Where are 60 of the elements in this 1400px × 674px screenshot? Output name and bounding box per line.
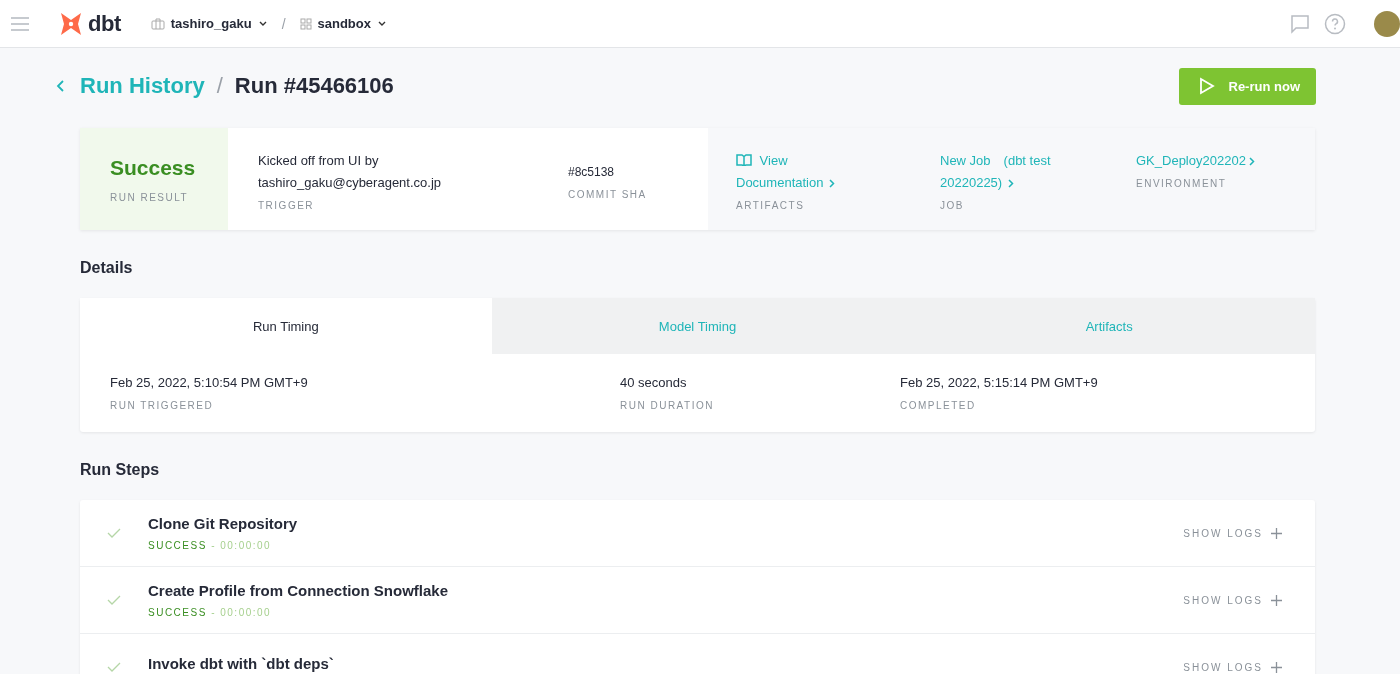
rerun-button[interactable]: Re-run now — [1178, 67, 1316, 105]
chevron-down-icon — [257, 19, 268, 28]
check-icon — [107, 662, 121, 672]
timing-value: Feb 25, 2022, 5:15:14 PM GMT+9 — [900, 374, 1098, 392]
plus-icon — [1271, 527, 1282, 539]
step-name: Clone Git Repository — [148, 515, 299, 532]
tab[interactable]: Artifacts — [903, 298, 1315, 354]
field-label: COMPLETED — [900, 400, 977, 411]
plus-icon — [1271, 594, 1282, 606]
play-icon — [1198, 77, 1215, 95]
commit-value: #8c5138 — [568, 164, 616, 181]
tab[interactable]: Model Timing — [491, 298, 904, 354]
logo-icon — [58, 10, 84, 37]
section-heading: Details — [80, 258, 134, 278]
separator-text: / — [216, 73, 223, 99]
environment-link[interactable]: GK_Deploy202202 — [1136, 150, 1266, 172]
field-label: JOB — [940, 200, 965, 211]
field-label: RUN DURATION — [620, 400, 715, 411]
tab[interactable]: Run Timing — [80, 298, 492, 354]
avatar-icon[interactable] — [1374, 10, 1400, 37]
run-history-link[interactable]: Run History — [80, 73, 205, 99]
menu-icon[interactable] — [10, 15, 30, 32]
check-icon — [107, 528, 121, 538]
help-icon[interactable] — [1324, 12, 1346, 35]
chevron-right-icon — [1008, 179, 1015, 188]
separator-text: / — [281, 15, 286, 32]
chevron-right-icon — [829, 179, 836, 188]
back-icon[interactable] — [56, 79, 66, 93]
job-link[interactable]: New Job (dbt test 20220225) — [940, 150, 1090, 194]
timing-value: Feb 25, 2022, 5:10:54 PM GMT+9 — [110, 374, 309, 392]
field-label: ARTIFACTS — [736, 200, 806, 211]
check-icon — [107, 595, 121, 605]
briefcase-icon — [150, 17, 165, 30]
section-heading: Run Steps — [80, 460, 161, 480]
trigger-value: Kicked off from UI by tashiro_gaku@cyberagent.co.jp — [258, 152, 443, 192]
timing-value: 40 seconds — [620, 374, 688, 392]
grid-icon — [299, 17, 312, 30]
field-label: TRIGGER — [258, 200, 316, 211]
show-logs-button[interactable]: SHOW LOGS — [1177, 526, 1288, 540]
field-label: RUN RESULT — [110, 191, 190, 203]
show-logs-button[interactable]: SHOW LOGS — [1177, 593, 1288, 607]
logo-text: dbt — [88, 10, 121, 37]
step-name: Create Profile from Connection Snowflake — [148, 582, 450, 599]
book-icon — [736, 154, 752, 166]
chevron-down-icon — [377, 19, 387, 28]
field-label: RUN TRIGGERED — [110, 400, 215, 411]
plus-icon — [1271, 661, 1282, 673]
field-label: COMMIT SHA — [568, 189, 647, 200]
account-dropdown[interactable]: tashiro_gaku — [150, 16, 268, 31]
documentation-link[interactable]: View Documentation — [736, 150, 866, 194]
step-status: SUCCESS - 00:00:00 — [148, 540, 273, 551]
field-label: ENVIRONMENT — [1136, 178, 1228, 189]
chevron-right-icon — [1249, 157, 1256, 166]
project-dropdown[interactable]: sandbox — [299, 16, 387, 31]
chat-icon[interactable] — [1290, 13, 1310, 34]
result-value: Success — [110, 155, 197, 180]
page-title: Run #45466106 — [234, 73, 394, 99]
step-name: Invoke dbt with `dbt deps` — [148, 654, 335, 672]
step-status: SUCCESS - 00:00:00 — [148, 607, 273, 618]
show-logs-button[interactable]: SHOW LOGS — [1177, 660, 1288, 674]
